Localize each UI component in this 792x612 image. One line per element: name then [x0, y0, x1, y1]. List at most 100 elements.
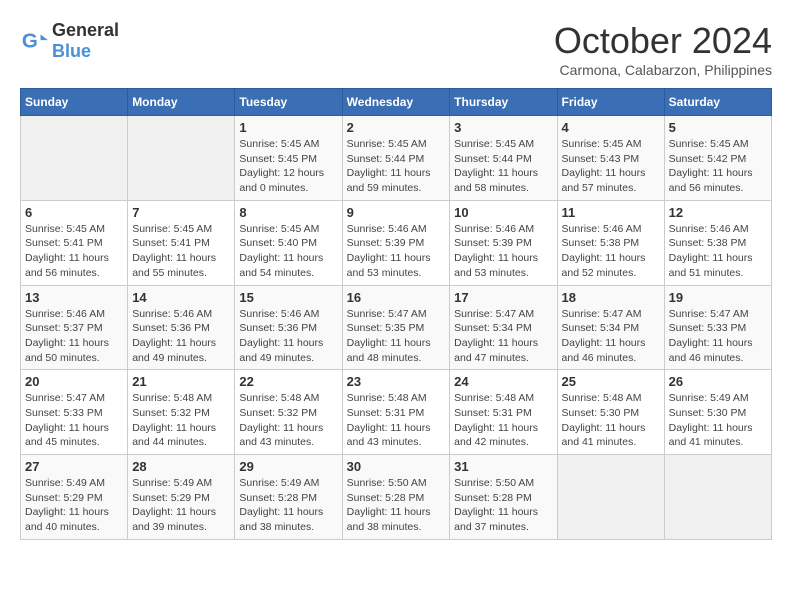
day-info: Sunrise: 5:46 AMSunset: 5:36 PMDaylight:…	[132, 307, 230, 366]
calendar-cell: 6 Sunrise: 5:45 AMSunset: 5:41 PMDaylight…	[21, 200, 128, 285]
weekday-header-tuesday: Tuesday	[235, 89, 342, 116]
week-row-4: 20 Sunrise: 5:47 AMSunset: 5:33 PMDayligh…	[21, 370, 772, 455]
day-info: Sunrise: 5:50 AMSunset: 5:28 PMDaylight:…	[454, 476, 552, 535]
calendar-cell: 20 Sunrise: 5:47 AMSunset: 5:33 PMDayligh…	[21, 370, 128, 455]
day-info: Sunrise: 5:48 AMSunset: 5:32 PMDaylight:…	[132, 391, 230, 450]
calendar-table: SundayMondayTuesdayWednesdayThursdayFrid…	[20, 88, 772, 540]
logo: G General Blue	[20, 20, 119, 62]
day-number: 29	[239, 459, 337, 474]
day-number: 11	[562, 205, 660, 220]
day-info: Sunrise: 5:47 AMSunset: 5:34 PMDaylight:…	[562, 307, 660, 366]
day-info: Sunrise: 5:47 AMSunset: 5:35 PMDaylight:…	[347, 307, 446, 366]
logo-blue: Blue	[52, 41, 91, 61]
title-area: October 2024 Carmona, Calabarzon, Philip…	[554, 20, 772, 78]
day-info: Sunrise: 5:47 AMSunset: 5:33 PMDaylight:…	[669, 307, 767, 366]
day-number: 28	[132, 459, 230, 474]
day-info: Sunrise: 5:46 AMSunset: 5:38 PMDaylight:…	[669, 222, 767, 281]
day-number: 30	[347, 459, 446, 474]
day-number: 12	[669, 205, 767, 220]
calendar-cell: 25 Sunrise: 5:48 AMSunset: 5:30 PMDayligh…	[557, 370, 664, 455]
day-info: Sunrise: 5:49 AMSunset: 5:29 PMDaylight:…	[132, 476, 230, 535]
calendar-cell: 11Sunrise: 5:46 AMSunset: 5:38 PMDayligh…	[557, 200, 664, 285]
calendar-cell: 21 Sunrise: 5:48 AMSunset: 5:32 PMDayligh…	[128, 370, 235, 455]
day-info: Sunrise: 5:49 AMSunset: 5:30 PMDaylight:…	[669, 391, 767, 450]
day-number: 4	[562, 120, 660, 135]
calendar-cell: 18 Sunrise: 5:47 AMSunset: 5:34 PMDayligh…	[557, 285, 664, 370]
day-info: Sunrise: 5:45 AMSunset: 5:40 PMDaylight:…	[239, 222, 337, 281]
calendar-cell: 26 Sunrise: 5:49 AMSunset: 5:30 PMDayligh…	[664, 370, 771, 455]
weekday-header-monday: Monday	[128, 89, 235, 116]
day-info: Sunrise: 5:45 AMSunset: 5:44 PMDaylight:…	[454, 137, 552, 196]
calendar-cell: 28 Sunrise: 5:49 AMSunset: 5:29 PMDayligh…	[128, 455, 235, 540]
header: G General Blue October 2024 Carmona, Cal…	[20, 20, 772, 78]
day-number: 15	[239, 290, 337, 305]
day-info: Sunrise: 5:45 AMSunset: 5:43 PMDaylight:…	[562, 137, 660, 196]
day-info: Sunrise: 5:49 AMSunset: 5:29 PMDaylight:…	[25, 476, 123, 535]
calendar-cell: 17 Sunrise: 5:47 AMSunset: 5:34 PMDayligh…	[450, 285, 557, 370]
day-info: Sunrise: 5:50 AMSunset: 5:28 PMDaylight:…	[347, 476, 446, 535]
calendar-cell: 29 Sunrise: 5:49 AMSunset: 5:28 PMDayligh…	[235, 455, 342, 540]
day-info: Sunrise: 5:45 AMSunset: 5:41 PMDaylight:…	[25, 222, 123, 281]
calendar-cell: 5Sunrise: 5:45 AMSunset: 5:42 PMDaylight…	[664, 116, 771, 201]
day-info: Sunrise: 5:46 AMSunset: 5:39 PMDaylight:…	[347, 222, 446, 281]
day-number: 31	[454, 459, 552, 474]
calendar-cell: 30 Sunrise: 5:50 AMSunset: 5:28 PMDayligh…	[342, 455, 450, 540]
day-number: 9	[347, 205, 446, 220]
day-number: 7	[132, 205, 230, 220]
day-info: Sunrise: 5:46 AMSunset: 5:37 PMDaylight:…	[25, 307, 123, 366]
day-number: 1	[239, 120, 337, 135]
calendar-cell	[664, 455, 771, 540]
calendar-cell: 10Sunrise: 5:46 AMSunset: 5:39 PMDayligh…	[450, 200, 557, 285]
calendar-cell: 23Sunrise: 5:48 AMSunset: 5:31 PMDayligh…	[342, 370, 450, 455]
calendar-cell: 4 Sunrise: 5:45 AMSunset: 5:43 PMDaylight…	[557, 116, 664, 201]
day-info: Sunrise: 5:47 AMSunset: 5:34 PMDaylight:…	[454, 307, 552, 366]
calendar-cell: 3Sunrise: 5:45 AMSunset: 5:44 PMDaylight…	[450, 116, 557, 201]
day-number: 5	[669, 120, 767, 135]
day-info: Sunrise: 5:48 AMSunset: 5:30 PMDaylight:…	[562, 391, 660, 450]
weekday-header-friday: Friday	[557, 89, 664, 116]
calendar-cell: 27Sunrise: 5:49 AMSunset: 5:29 PMDayligh…	[21, 455, 128, 540]
calendar-cell: 2 Sunrise: 5:45 AMSunset: 5:44 PMDaylight…	[342, 116, 450, 201]
logo-general: General	[52, 20, 119, 40]
day-info: Sunrise: 5:48 AMSunset: 5:31 PMDaylight:…	[347, 391, 446, 450]
day-info: Sunrise: 5:49 AMSunset: 5:28 PMDaylight:…	[239, 476, 337, 535]
day-info: Sunrise: 5:47 AMSunset: 5:33 PMDaylight:…	[25, 391, 123, 450]
day-info: Sunrise: 5:48 AMSunset: 5:31 PMDaylight:…	[454, 391, 552, 450]
day-number: 10	[454, 205, 552, 220]
day-info: Sunrise: 5:46 AMSunset: 5:36 PMDaylight:…	[239, 307, 337, 366]
calendar-cell: 12 Sunrise: 5:46 AMSunset: 5:38 PMDayligh…	[664, 200, 771, 285]
calendar-cell: 19 Sunrise: 5:47 AMSunset: 5:33 PMDayligh…	[664, 285, 771, 370]
day-number: 6	[25, 205, 123, 220]
weekday-header-thursday: Thursday	[450, 89, 557, 116]
calendar-cell	[21, 116, 128, 201]
day-number: 14	[132, 290, 230, 305]
week-row-3: 13 Sunrise: 5:46 AMSunset: 5:37 PMDayligh…	[21, 285, 772, 370]
day-number: 13	[25, 290, 123, 305]
calendar-cell: 16 Sunrise: 5:47 AMSunset: 5:35 PMDayligh…	[342, 285, 450, 370]
weekday-header-sunday: Sunday	[21, 89, 128, 116]
day-info: Sunrise: 5:45 AMSunset: 5:44 PMDaylight:…	[347, 137, 446, 196]
calendar-cell: 24Sunrise: 5:48 AMSunset: 5:31 PMDayligh…	[450, 370, 557, 455]
day-number: 2	[347, 120, 446, 135]
calendar-cell: 31 Sunrise: 5:50 AMSunset: 5:28 PMDayligh…	[450, 455, 557, 540]
day-number: 22	[239, 374, 337, 389]
logo-icon: G	[20, 27, 48, 55]
day-number: 17	[454, 290, 552, 305]
day-number: 25	[562, 374, 660, 389]
day-info: Sunrise: 5:45 AMSunset: 5:45 PMDaylight:…	[239, 137, 337, 196]
day-info: Sunrise: 5:48 AMSunset: 5:32 PMDaylight:…	[239, 391, 337, 450]
day-number: 20	[25, 374, 123, 389]
calendar-cell: 9 Sunrise: 5:46 AMSunset: 5:39 PMDaylight…	[342, 200, 450, 285]
month-title: October 2024	[554, 20, 772, 62]
day-number: 21	[132, 374, 230, 389]
day-number: 19	[669, 290, 767, 305]
day-number: 18	[562, 290, 660, 305]
day-info: Sunrise: 5:45 AMSunset: 5:41 PMDaylight:…	[132, 222, 230, 281]
calendar-cell: 22 Sunrise: 5:48 AMSunset: 5:32 PMDayligh…	[235, 370, 342, 455]
calendar-cell	[128, 116, 235, 201]
day-number: 16	[347, 290, 446, 305]
calendar-cell: 13 Sunrise: 5:46 AMSunset: 5:37 PMDayligh…	[21, 285, 128, 370]
day-number: 26	[669, 374, 767, 389]
calendar-cell	[557, 455, 664, 540]
weekday-header-saturday: Saturday	[664, 89, 771, 116]
